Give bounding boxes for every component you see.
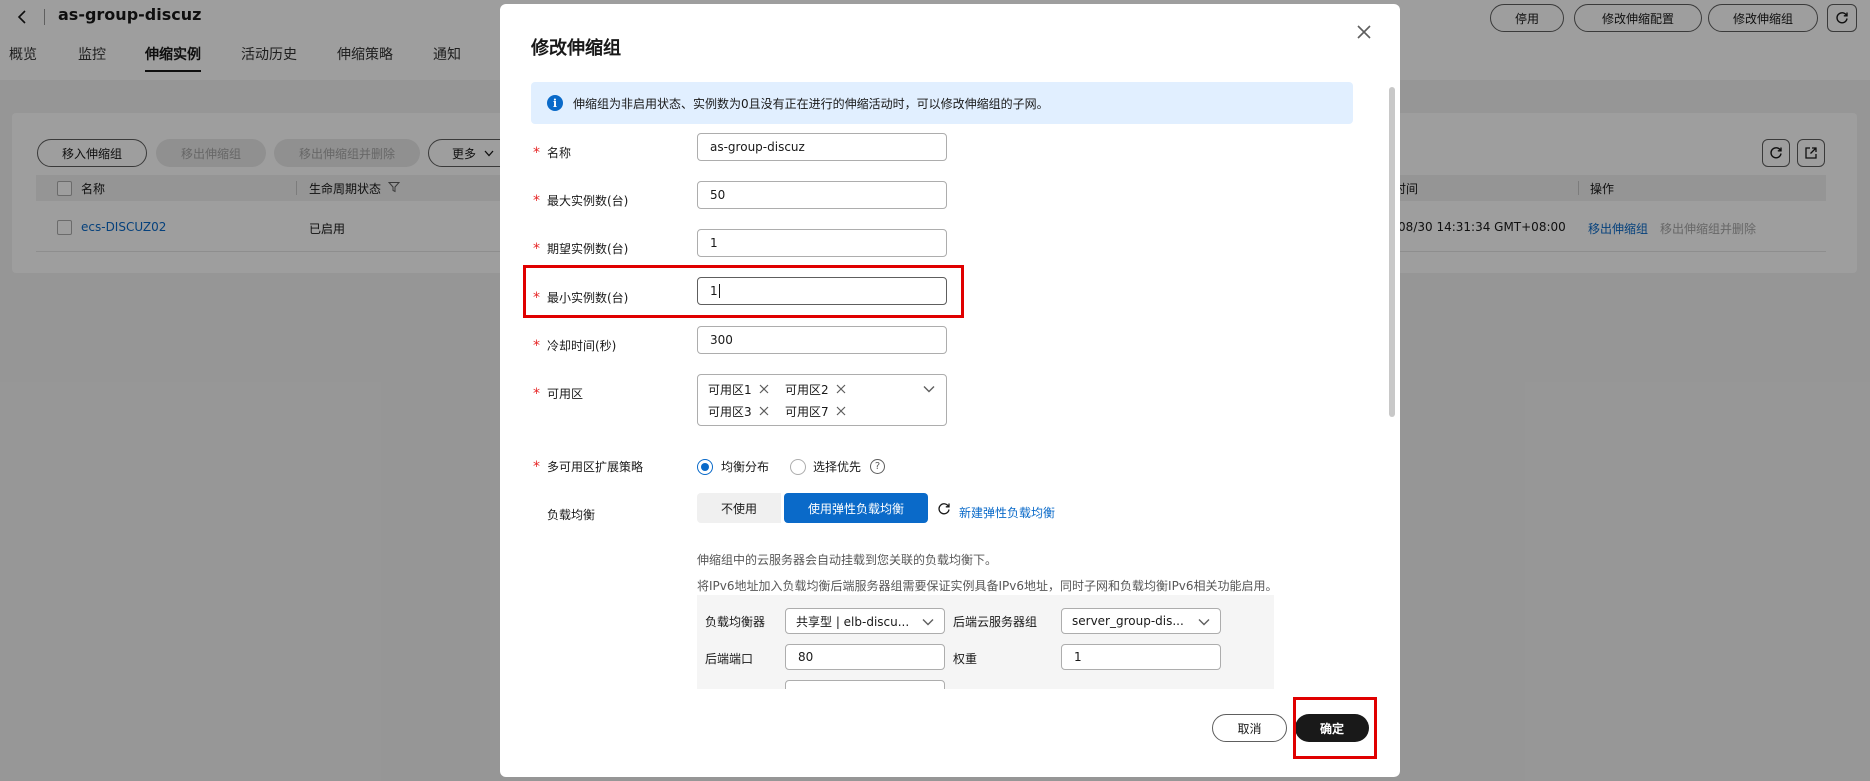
- cooldown-value: 300: [710, 333, 733, 347]
- chevron-down-icon[interactable]: [923, 383, 935, 395]
- balancer-select[interactable]: 共享型 | elb-discu...: [785, 608, 945, 634]
- desired-instances-value: 1: [710, 236, 718, 250]
- info-text: 伸缩组为非启用状态、实例数为0且没有正在进行的伸缩活动时，可以修改伸缩组的子网。: [573, 97, 1049, 111]
- balancer-label: 负载均衡器: [705, 615, 766, 629]
- lb-hint-2: 将IPv6地址加入负载均衡后端服务器组需要保证实例具备IPv6地址，同时子网和负…: [697, 579, 1278, 593]
- desired-instances-label: 期望实例数(台): [547, 242, 629, 256]
- az-tag-label: 可用区7: [785, 404, 829, 419]
- weight-input[interactable]: 1: [1061, 644, 1221, 670]
- az-tag-label: 可用区1: [708, 382, 752, 397]
- close-icon[interactable]: [1352, 20, 1376, 44]
- dialog-title: 修改伸缩组: [531, 38, 621, 59]
- max-instances-input[interactable]: 50: [697, 181, 947, 209]
- remove-tag-icon[interactable]: [758, 405, 770, 417]
- server-group-select[interactable]: server_group-dis...: [1061, 608, 1221, 634]
- radio-balanced-label: 均衡分布: [721, 460, 770, 474]
- lb-option-elb[interactable]: 使用弹性负载均衡: [784, 493, 928, 523]
- az-tag: 可用区2: [785, 379, 847, 399]
- az-tag: 可用区1: [708, 379, 770, 399]
- name-label: 名称: [547, 146, 572, 160]
- required-mark: *: [533, 241, 540, 257]
- lb-hint-1: 伸缩组中的云服务器会自动挂载到您关联的负载均衡下。: [697, 553, 998, 567]
- balancer-value: 共享型 | elb-discu...: [796, 614, 910, 629]
- max-instances-value: 50: [710, 188, 726, 202]
- cancel-button[interactable]: 取消: [1212, 714, 1287, 742]
- info-icon: i: [547, 95, 563, 111]
- required-mark: *: [533, 459, 540, 475]
- az-label: 可用区: [547, 387, 584, 401]
- chevron-down-icon: [1198, 616, 1210, 628]
- strategy-label: 多可用区扩展策略: [547, 460, 644, 474]
- port-input[interactable]: 80: [785, 644, 945, 670]
- highlight-box-confirm: [1293, 697, 1377, 759]
- highlight-box-min-instances: [523, 265, 964, 318]
- additional-input[interactable]: [785, 680, 945, 689]
- max-instances-label: 最大实例数(台): [547, 194, 629, 208]
- required-mark: *: [533, 193, 540, 209]
- remove-tag-icon[interactable]: [835, 405, 847, 417]
- required-mark: *: [533, 338, 540, 354]
- help-icon[interactable]: ?: [870, 459, 885, 474]
- refresh-icon[interactable]: [937, 502, 951, 519]
- cooldown-input[interactable]: 300: [697, 326, 947, 354]
- chevron-down-icon: [922, 616, 934, 628]
- weight-label: 权重: [953, 652, 978, 666]
- server-group-value: server_group-dis...: [1072, 614, 1184, 628]
- radio-priority[interactable]: [790, 459, 806, 475]
- radio-priority-label: 选择优先: [813, 460, 862, 474]
- cooldown-label: 冷却时间(秒): [547, 339, 617, 353]
- dialog-scrollbar[interactable]: [1389, 87, 1395, 417]
- required-mark: *: [533, 386, 540, 402]
- port-value: 80: [798, 650, 814, 664]
- remove-tag-icon[interactable]: [758, 383, 770, 395]
- name-value: as-group-discuz: [710, 140, 805, 154]
- create-elb-link[interactable]: 新建弹性负载均衡: [959, 504, 1055, 521]
- az-tag-label: 可用区3: [708, 404, 752, 419]
- remove-tag-icon[interactable]: [835, 383, 847, 395]
- server-group-label: 后端云服务器组: [953, 615, 1038, 629]
- modify-group-dialog: 修改伸缩组 i 伸缩组为非启用状态、实例数为0且没有正在进行的伸缩活动时，可以修…: [500, 4, 1400, 777]
- name-input[interactable]: as-group-discuz: [697, 133, 947, 161]
- required-mark: *: [533, 145, 540, 161]
- info-banner: i 伸缩组为非启用状态、实例数为0且没有正在进行的伸缩活动时，可以修改伸缩组的子…: [531, 82, 1353, 124]
- az-tag-label: 可用区2: [785, 382, 829, 397]
- desired-instances-input[interactable]: 1: [697, 229, 947, 257]
- lb-label: 负载均衡: [547, 508, 596, 522]
- radio-balanced[interactable]: [697, 459, 713, 475]
- lb-config-panel: 负载均衡器 共享型 | elb-discu... 后端云服务器组 server_…: [697, 595, 1274, 689]
- lb-option-none[interactable]: 不使用: [697, 493, 781, 523]
- weight-value: 1: [1074, 650, 1082, 664]
- az-multiselect[interactable]: 可用区1 可用区2 可用区3 可用区7: [697, 374, 947, 426]
- az-tag: 可用区3: [708, 401, 770, 421]
- port-label: 后端端口: [705, 652, 754, 666]
- az-tag: 可用区7: [785, 401, 847, 421]
